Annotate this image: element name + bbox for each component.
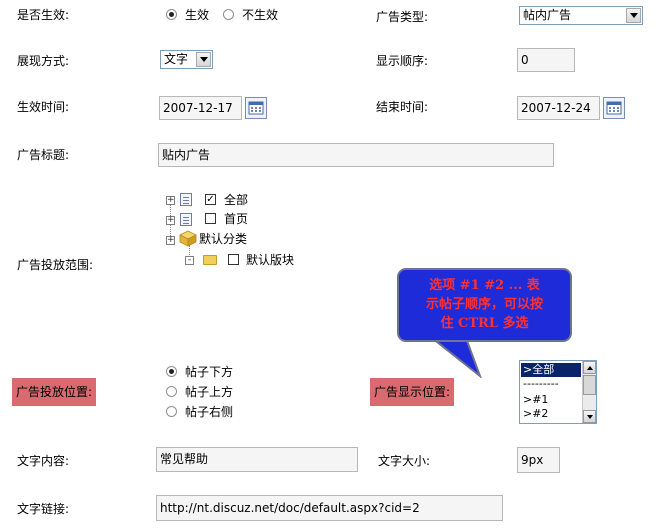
ad-display-position-label: 广告显示位置:	[370, 378, 455, 406]
listbox-option[interactable]: >#2	[521, 407, 548, 421]
active-radio-no[interactable]	[223, 9, 234, 20]
page-icon	[180, 213, 192, 226]
callout-line-2: 示帖子顺序，可以按	[425, 297, 543, 312]
text-size-input[interactable]: 9px	[517, 447, 560, 473]
scope-category-label: 默认分类	[199, 232, 248, 246]
position-radio-below[interactable]	[166, 366, 177, 377]
chevron-down-icon[interactable]	[196, 52, 211, 67]
active-radio-yes[interactable]	[166, 9, 177, 20]
display-order-input[interactable]: 0	[517, 48, 575, 72]
text-link-label: 文字链接:	[17, 502, 70, 516]
text-link-input[interactable]: http://nt.discuz.net/doc/default.aspx?ci…	[156, 495, 503, 521]
callout-pointer	[428, 334, 488, 379]
expand-icon[interactable]: +	[166, 236, 175, 245]
scroll-up-icon[interactable]	[583, 361, 596, 374]
ad-position-label: 广告投放位置:	[12, 378, 97, 406]
ad-scope-label: 广告投放范围:	[17, 258, 94, 272]
text-content-input[interactable]: 常见帮助	[156, 447, 358, 472]
expand-icon[interactable]: -	[185, 256, 194, 265]
active-radio-yes-label: 生效	[185, 8, 210, 22]
ad-title-input[interactable]: 贴内广告	[158, 143, 554, 167]
expand-icon[interactable]: +	[166, 196, 175, 205]
ad-title-label: 广告标题:	[17, 148, 70, 162]
position-above-label: 帖子上方	[185, 385, 234, 399]
text-content-label: 文字内容:	[17, 454, 70, 468]
calendar-icon[interactable]	[603, 97, 625, 119]
listbox-option[interactable]: >#1	[521, 393, 548, 407]
scope-board-checkbox[interactable]	[228, 254, 239, 265]
listbox-scrollbar[interactable]	[582, 361, 596, 423]
page-icon	[180, 193, 192, 206]
callout-line-3: 住 CTRL 多选	[440, 316, 529, 331]
callout-line-1: 选项 #1 #2 ... 表	[429, 278, 540, 293]
position-right-label: 帖子右侧	[185, 405, 234, 419]
folder-icon	[203, 255, 217, 265]
scope-all-checkbox[interactable]: ✓	[205, 194, 216, 205]
scope-board-label: 默认版块	[246, 253, 295, 267]
ad-type-select[interactable]: 帖内广告	[519, 6, 643, 25]
cube-icon	[179, 230, 197, 247]
chevron-down-icon[interactable]	[626, 8, 641, 23]
display-mode-label: 展现方式:	[17, 54, 70, 68]
calendar-icon[interactable]	[245, 97, 267, 119]
active-radio-no-label: 不生效	[242, 8, 279, 22]
ad-type-label: 广告类型:	[376, 10, 429, 24]
end-time-label: 结束时间:	[376, 100, 429, 114]
scroll-down-icon[interactable]	[583, 410, 596, 423]
scroll-thumb[interactable]	[583, 375, 596, 395]
start-time-label: 生效时间:	[17, 100, 70, 114]
position-below-label: 帖子下方	[185, 365, 234, 379]
ad-type-value: 帖内广告	[523, 8, 572, 22]
listbox-option[interactable]: >全部	[521, 363, 581, 377]
position-radio-right[interactable]	[166, 406, 177, 417]
expand-icon[interactable]: +	[166, 216, 175, 225]
scope-home-label: 首页	[224, 212, 249, 226]
scope-home-checkbox[interactable]	[205, 213, 216, 224]
start-time-input[interactable]: 2007-12-17	[159, 96, 242, 120]
scope-all-label: 全部	[224, 193, 249, 207]
display-mode-select[interactable]: 文字	[160, 50, 213, 69]
listbox-option[interactable]: ---------	[521, 377, 559, 391]
display-position-listbox[interactable]: >全部 --------- >#1 >#2	[519, 360, 597, 424]
position-radio-above[interactable]	[166, 386, 177, 397]
text-size-label: 文字大小:	[378, 454, 431, 468]
end-time-input[interactable]: 2007-12-24	[517, 96, 600, 120]
hint-callout: 选项 #1 #2 ... 表 示帖子顺序，可以按 住 CTRL 多选	[397, 268, 572, 342]
active-label: 是否生效:	[17, 8, 70, 22]
display-mode-value: 文字	[164, 52, 189, 66]
display-order-label: 显示顺序:	[376, 54, 429, 68]
